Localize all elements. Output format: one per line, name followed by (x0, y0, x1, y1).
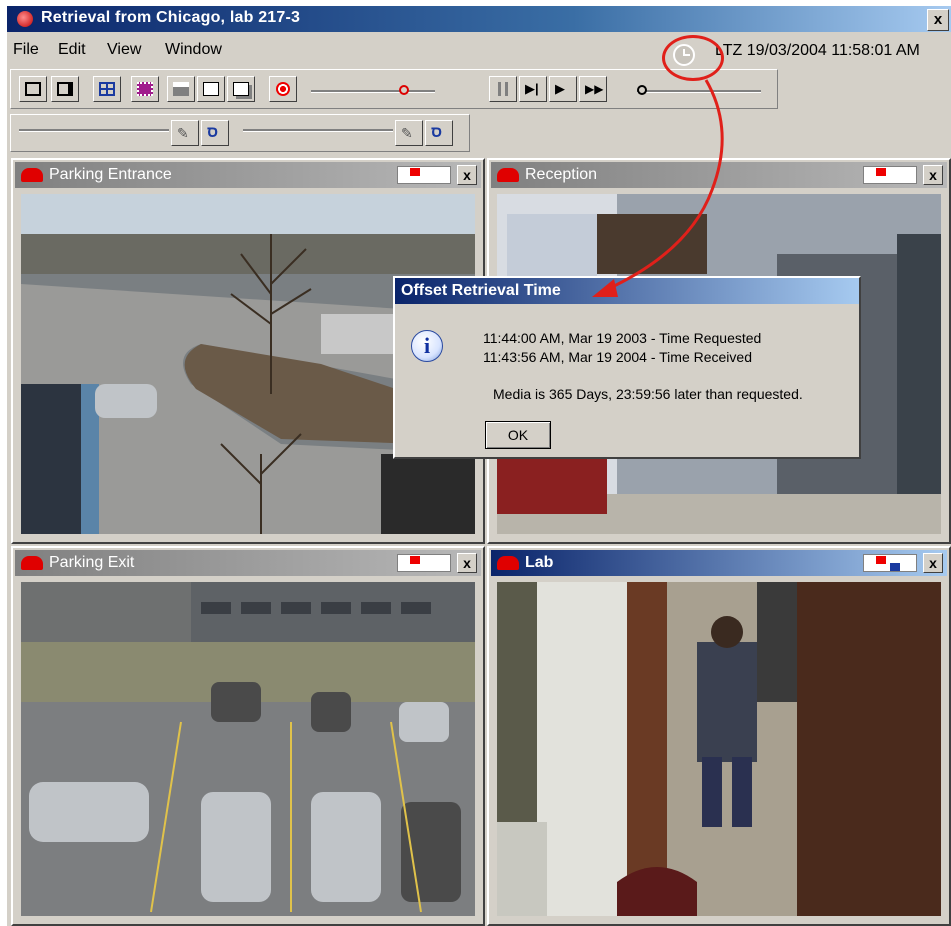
microphone-icon: ✎ (177, 125, 189, 141)
level-bar (890, 563, 900, 571)
microphone-button[interactable]: ✎ (171, 120, 199, 146)
pause-button[interactable] (489, 76, 517, 102)
retrieval-window: Retrieval from Chicago, lab 217-3 x File… (7, 6, 951, 926)
time-requested-line: 11:44:00 AM, Mar 19 2003 - Time Requeste… (483, 330, 762, 346)
pane-close-button[interactable]: x (923, 165, 943, 185)
pane-close-button[interactable]: x (923, 553, 943, 573)
menu-edit[interactable]: Edit (58, 41, 86, 59)
camera-pane-parking-exit[interactable]: Parking Exit x (11, 546, 485, 926)
ok-button[interactable]: OK (485, 421, 551, 449)
annotation-circle (662, 35, 724, 81)
menu-view[interactable]: View (107, 41, 141, 59)
signal-levels-icon (397, 166, 451, 184)
camera-pane-lab[interactable]: Lab x (487, 546, 951, 926)
level-bar (410, 556, 420, 564)
printer-icon (173, 82, 189, 96)
record-button[interactable] (269, 76, 297, 102)
menu-window[interactable]: Window (165, 41, 222, 59)
speed-slider-knob[interactable] (399, 85, 409, 95)
current-timestamp: LTZ 19/03/2004 11:58:01 AM (715, 42, 920, 59)
microphone-button-2[interactable]: ✎ (395, 120, 423, 146)
camera-icon (497, 556, 519, 570)
fast-forward-button[interactable]: ▶▶ (579, 76, 607, 102)
pause-icon (498, 82, 508, 96)
dual-view-button[interactable] (51, 76, 79, 102)
pane-close-button[interactable]: x (457, 553, 477, 573)
ear-icon: ס (431, 124, 443, 141)
camera-icon (497, 168, 519, 182)
pane-titlebar[interactable]: Parking Entrance x (15, 162, 481, 188)
step-forward-button[interactable]: ▶| (519, 76, 547, 102)
film-strip-icon (137, 82, 153, 96)
pane-titlebar[interactable]: Lab x (491, 550, 947, 576)
level-bar (410, 168, 420, 176)
ear-icon: ס (207, 124, 219, 141)
pane-title: Parking Entrance (49, 166, 172, 183)
listen-button[interactable]: ס (201, 120, 229, 146)
single-view-icon (25, 82, 41, 96)
app-icon (17, 11, 33, 27)
time-received-line: 11:43:56 AM, Mar 19 2004 - Time Received (483, 349, 752, 365)
offset-message: Media is 365 Days, 23:59:56 later than r… (493, 386, 803, 402)
level-bar (876, 168, 886, 176)
film-button[interactable] (131, 76, 159, 102)
window-close-button[interactable]: x (927, 9, 949, 31)
pane-title: Lab (525, 554, 554, 571)
quad-view-button[interactable] (93, 76, 121, 102)
volume-slider-track[interactable] (637, 90, 761, 93)
video-feed[interactable] (21, 582, 475, 916)
fast-forward-icon: ▶▶ (585, 82, 604, 96)
pane-title: Reception (525, 166, 598, 183)
dialog-title: Offset Retrieval Time (401, 282, 561, 299)
single-view-button[interactable] (19, 76, 47, 102)
pane-close-button[interactable]: x (457, 165, 477, 185)
audio-toolbar: ✎ ס ✎ ס (10, 114, 470, 152)
speed-slider-track[interactable] (311, 90, 435, 93)
window-titlebar[interactable]: Retrieval from Chicago, lab 217-3 x (7, 6, 951, 32)
info-icon: i (411, 330, 443, 362)
camera-icon (21, 168, 43, 182)
copy-button[interactable] (227, 76, 255, 102)
camera-icon (21, 556, 43, 570)
listen-button-2[interactable]: ס (425, 120, 453, 146)
mic-level-track[interactable] (19, 129, 169, 132)
quad-grid-icon (99, 82, 115, 96)
main-toolbar: ▶| ▶ ▶▶ (10, 69, 778, 109)
signal-levels-icon (397, 554, 451, 572)
lab-video (497, 582, 941, 916)
video-feed[interactable] (497, 582, 941, 916)
signal-levels-icon (863, 554, 917, 572)
record-target-icon (276, 82, 290, 96)
pane-titlebar[interactable]: Reception x (491, 162, 947, 188)
print-preview-button[interactable] (197, 76, 225, 102)
volume-slider-knob[interactable] (637, 85, 647, 95)
signal-levels-icon (863, 166, 917, 184)
window-title: Retrieval from Chicago, lab 217-3 (41, 9, 301, 26)
play-icon: ▶ (555, 81, 565, 96)
microphone-icon: ✎ (401, 125, 413, 141)
step-forward-icon: ▶| (525, 81, 539, 96)
dual-view-icon (57, 82, 73, 96)
dialog-titlebar[interactable]: Offset Retrieval Time (395, 278, 859, 304)
pane-title: Parking Exit (49, 554, 135, 571)
audio-level-track[interactable] (243, 129, 393, 132)
offset-retrieval-dialog: Offset Retrieval Time i 11:44:00 AM, Mar… (393, 276, 861, 459)
pane-titlebar[interactable]: Parking Exit x (15, 550, 481, 576)
menu-file[interactable]: File (13, 41, 39, 59)
print-preview-icon (203, 82, 219, 96)
copy-icon (233, 82, 249, 96)
parking-exit-video (21, 582, 475, 916)
play-button[interactable]: ▶ (549, 76, 577, 102)
level-bar (876, 556, 886, 564)
print-button[interactable] (167, 76, 195, 102)
